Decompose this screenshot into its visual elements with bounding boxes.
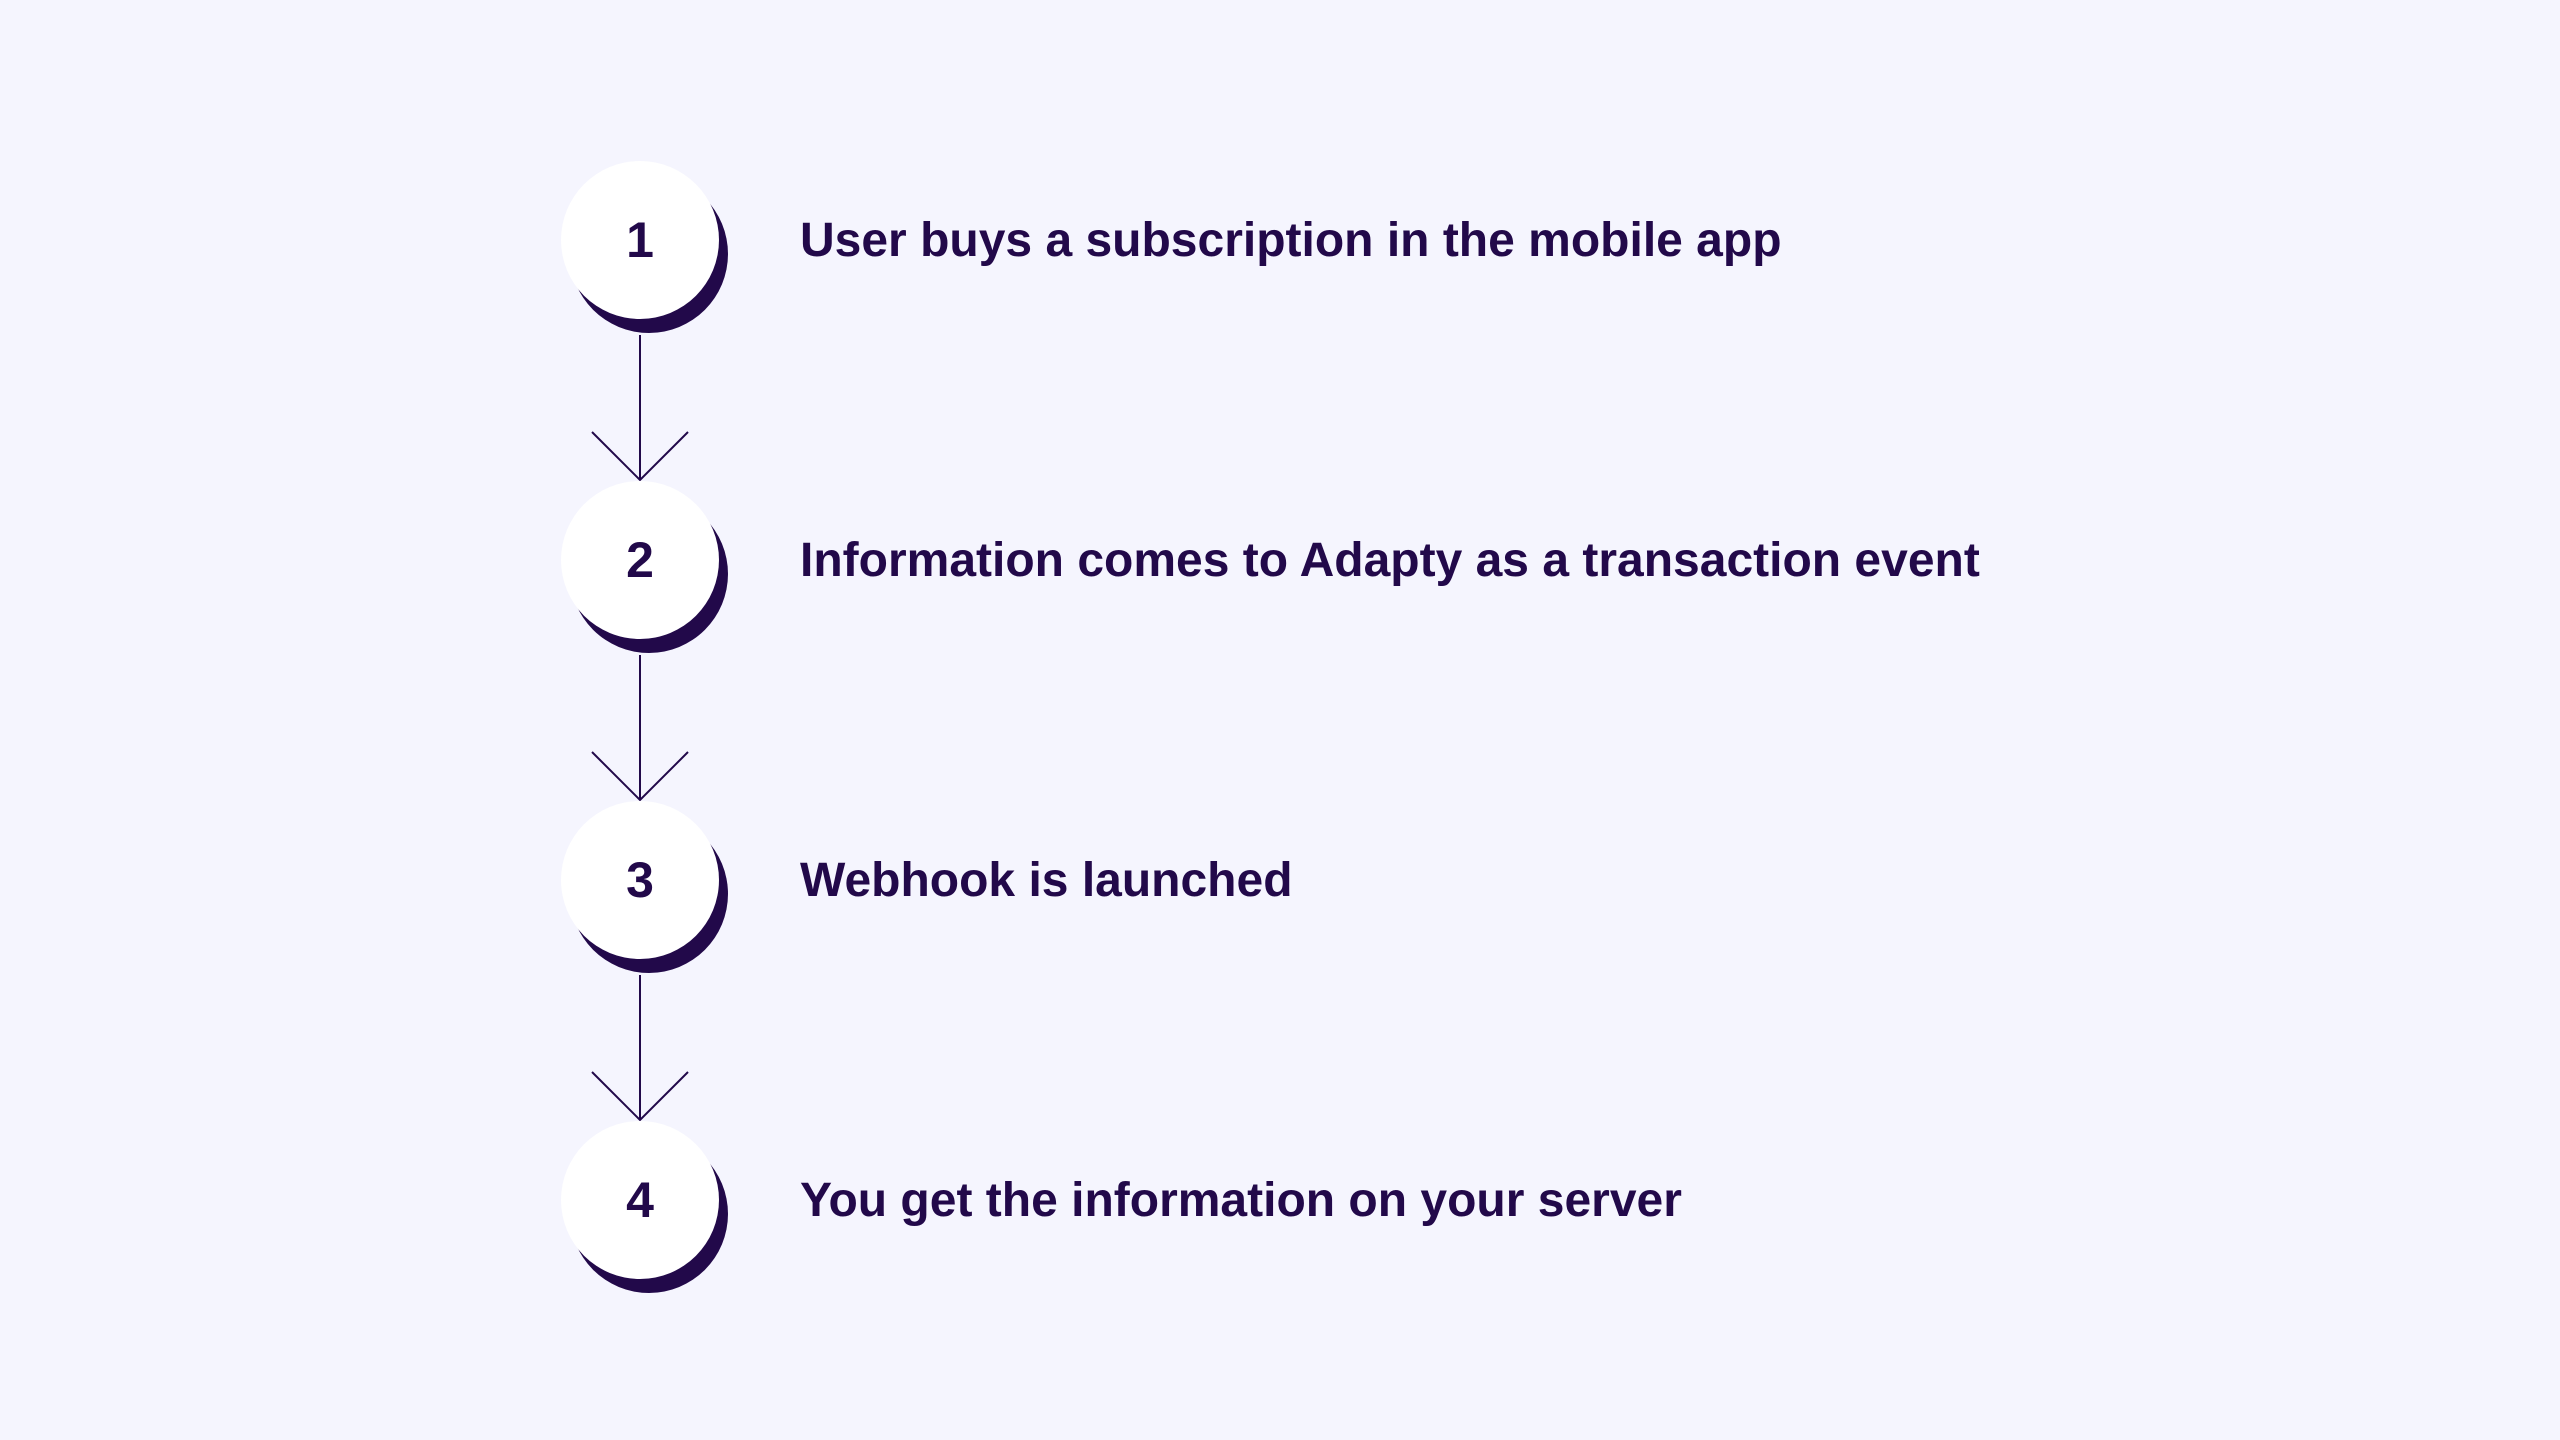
step-number-badge: 3 [561, 801, 719, 959]
step-label: Information comes to Adapty as a transac… [800, 534, 1980, 587]
step-label: Webhook is launched [800, 854, 1293, 907]
step-number-badge: 4 [561, 1121, 719, 1279]
step-label: You get the information on your server [800, 1174, 1682, 1227]
arrow-1-to-2 [591, 335, 689, 482]
arrow-3-to-4 [591, 975, 689, 1122]
arrow-2-to-3 [591, 655, 689, 802]
flow-diagram: 1 User buys a subscription in the mobile… [0, 0, 2560, 1440]
step-label: User buys a subscription in the mobile a… [800, 214, 1782, 267]
step-number-badge: 1 [561, 161, 719, 319]
step-number-badge: 2 [561, 481, 719, 639]
